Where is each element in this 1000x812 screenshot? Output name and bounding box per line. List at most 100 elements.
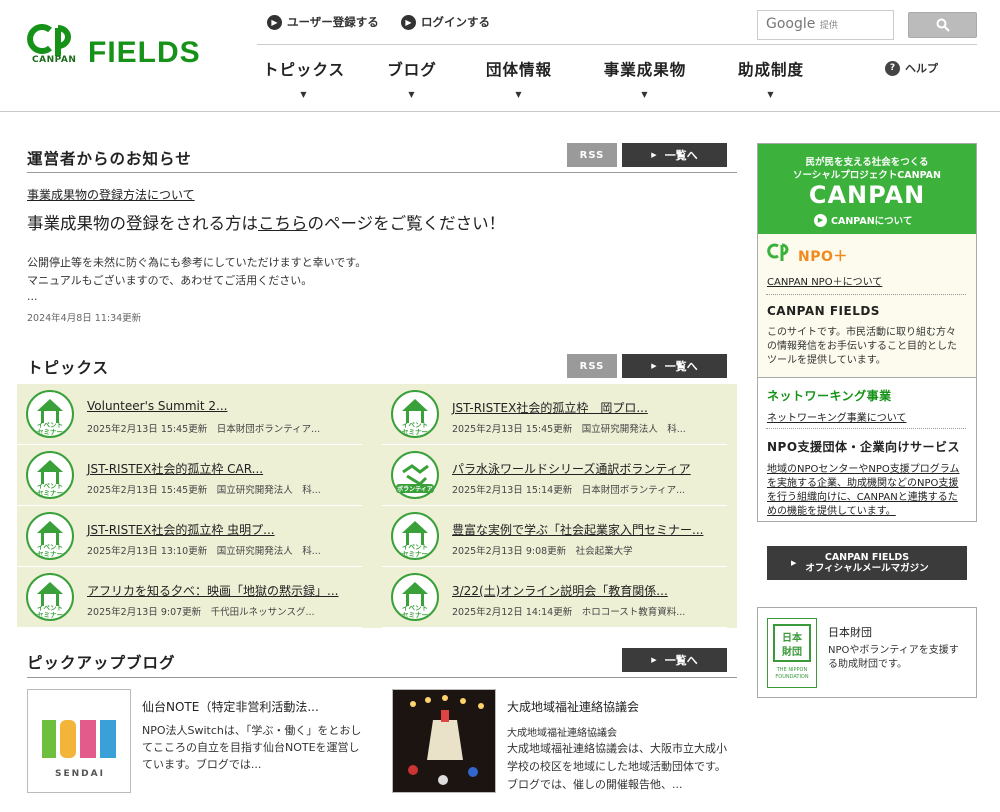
topic-item[interactable]: イベント セミナー JST-RISTEX社会的孤立枠 虫明プ... 2025年2月13… xyxy=(17,506,362,567)
headline-link[interactable]: こちら xyxy=(258,214,308,233)
notice-headline: 事業成果物の登録をされる方はこちらのページをご覧ください！ xyxy=(27,210,505,234)
canpan-banner[interactable]: 民が民を支える社会をつくる ソーシャルプロジェクトCANPAN CANPAN ▶… xyxy=(758,144,976,234)
npo-plus-link[interactable]: CANPAN NPO＋について xyxy=(767,273,882,288)
topic-item[interactable]: イベント セミナー JST-RISTEX社会的孤立枠 CAR... 2025年2月13… xyxy=(17,445,362,506)
topic-item[interactable]: イベント セミナー JST-RISTEX社会的孤立枠 岡プロ... 2025年2月13… xyxy=(382,384,727,445)
topic-meta: 2025年2月13日 15:14更新 日本財団ボランティア... xyxy=(452,485,686,496)
support-title: NPO支援団体・企業向けサービス xyxy=(767,440,961,454)
nav-label: 事業成果物 xyxy=(603,61,687,79)
chevron-down-icon: ▼ xyxy=(515,90,523,99)
topic-title[interactable]: 3/22(土)オンライン説明会「教育関係... xyxy=(452,582,668,599)
npo-plus-title: NPO＋ xyxy=(798,249,848,265)
nippon-foundation-box[interactable]: 日本 財団 THE NIPPON FOUNDATION 日本財団 NPOやボラン… xyxy=(757,607,977,698)
topic-title[interactable]: JST-RISTEX社会的孤立枠 岡プロ... xyxy=(452,399,648,416)
logo-fields-text: FIELDS xyxy=(88,36,201,69)
arrow-right-icon: ▶ xyxy=(651,151,657,159)
headline-text: のページをご覧ください！ xyxy=(307,214,506,233)
list-label: 一覧へ xyxy=(664,360,698,373)
notice-link[interactable]: 事業成果物の登録方法について xyxy=(27,186,195,203)
canpan-fields-logo[interactable]: CANPAN FIELDS xyxy=(26,22,211,74)
networking-link[interactable]: ネットワーキング事業について xyxy=(767,409,906,424)
topic-title[interactable]: 豊富な実例で学ぶ「社会起業家入門セミナー... xyxy=(452,521,703,538)
topic-meta: 2025年2月13日 9:07更新 千代田ルネッサンスグ... xyxy=(87,607,315,618)
topics-section-header: トピックス RSS ▶ 一覧へ xyxy=(27,353,737,381)
arrow-right-icon: ▶ xyxy=(651,362,657,370)
topics-list-button[interactable]: ▶ 一覧へ xyxy=(622,354,727,378)
notice-body-line: マニュアルもございますので、あわせてご活用ください。 xyxy=(27,274,313,287)
support-link[interactable]: 地域のNPOセンターやNPO支援プログラム xyxy=(767,460,959,475)
logo-canpan-text: CANPAN xyxy=(32,55,77,65)
event-seminar-icon: イベントセミナー xyxy=(26,390,74,438)
about-label: CANPANについて xyxy=(831,216,913,227)
topic-item[interactable]: イベント セミナー 3/22(土)オンライン説明会「教育関係... 2025年2月12… xyxy=(382,567,727,628)
topics-rss-button[interactable]: RSS xyxy=(567,354,617,378)
divider xyxy=(766,428,966,429)
notice-rss-button[interactable]: RSS xyxy=(567,143,617,167)
topic-meta: 2025年2月13日 15:45更新 日本財団ボランティア... xyxy=(87,424,321,435)
topics-grid: イベント セミナー Volunteer's Summit 2... 2025年2月13… xyxy=(17,384,737,628)
search-button[interactable] xyxy=(908,12,977,38)
canpan-about-link[interactable]: ▶ CANPANについて xyxy=(814,213,912,227)
topic-meta: 2025年2月13日 15:45更新 国立研究開発法人 科... xyxy=(87,485,321,496)
arrow-right-icon: ▶ xyxy=(267,14,282,30)
arrow-right-icon: ▶ xyxy=(651,656,657,664)
support-link[interactable]: めの機能を提供しています。 xyxy=(767,502,896,517)
topic-title[interactable]: JST-RISTEX社会的孤立枠 虫明プ... xyxy=(87,521,275,538)
arrow-right-icon: ▶ xyxy=(791,559,797,567)
mail-magazine-button[interactable]: ▶ CANPAN FIELDS オフィシャルメールマガジン xyxy=(767,546,967,580)
canpan-tagline: 民が民を支える社会をつくる xyxy=(805,157,929,168)
svg-text:セミナー: セミナー xyxy=(402,550,428,558)
event-seminar-icon: イベントセミナー xyxy=(26,451,74,499)
event-seminar-icon: イベントセミナー xyxy=(391,390,439,438)
topic-item[interactable]: イベント セミナー Volunteer's Summit 2... 2025年2月13… xyxy=(17,384,362,445)
blog-desc: ブログでは、催しの開催報告他、... xyxy=(507,778,683,791)
chevron-down-icon: ▼ xyxy=(408,90,416,99)
topic-title[interactable]: Volunteer's Summit 2... xyxy=(87,399,227,413)
support-link[interactable]: を実施する企業、助成機関などのNPO支援 xyxy=(767,474,958,489)
note-sendai-text: SENDAI xyxy=(55,769,105,779)
blog-title[interactable]: 仙台NOTE（特定非営利活動法... xyxy=(142,698,319,715)
topic-item[interactable]: ボランティア パラ水泳ワールドシリーズ通訳ボランティア 2025年2月13日 15:… xyxy=(382,445,727,506)
blog-list-button[interactable]: ▶ 一覧へ xyxy=(622,648,727,672)
cp-logo-icon xyxy=(27,24,71,56)
google-provided: 提供 xyxy=(819,21,838,31)
blog-desc: 大成地域福祉連絡協議会は、大阪市立大成小 xyxy=(507,742,727,755)
blog-subtitle: 大成地域福祉連絡協議会 xyxy=(507,728,617,739)
sidebar-canpan-box: 民が民を支える社会をつくる ソーシャルプロジェクトCANPAN CANPAN ▶… xyxy=(757,143,977,522)
nav-label: 団体情報 xyxy=(485,61,552,79)
register-link[interactable]: ▶ ユーザー登録する xyxy=(267,14,379,30)
topic-item[interactable]: イベント セミナー アフリカを知る夕べ：映画「地獄の黙示録」... 2025年2月13… xyxy=(17,567,362,628)
blog-title[interactable]: 大成地域福祉連絡協議会 xyxy=(507,698,639,715)
support-link[interactable]: を行う組織向けに、CANPANと連携するた xyxy=(767,488,958,503)
notice-list-button[interactable]: ▶ 一覧へ xyxy=(622,143,727,167)
nav-organizations[interactable]: 団体情報 ▼ xyxy=(481,58,557,99)
blog-desc: NPO法人Switchは、「学ぶ・働く」をとおし xyxy=(142,724,362,737)
topic-title[interactable]: JST-RISTEX社会的孤立枠 CAR... xyxy=(87,460,263,477)
topic-title[interactable]: パラ水泳ワールドシリーズ通訳ボランティア xyxy=(452,460,691,477)
fields-title: CANPAN FIELDS xyxy=(767,304,880,318)
login-label: ログインする xyxy=(421,15,490,29)
nav-blog[interactable]: ブログ ▼ xyxy=(384,58,440,99)
google-brand: Google xyxy=(766,16,816,32)
canpan-tagline: ソーシャルプロジェクトCANPAN xyxy=(793,170,941,181)
npo-plus-panel: NPO＋ CANPAN NPO＋について CANPAN FIELDS このサイト… xyxy=(758,234,976,378)
search-input[interactable]: Google 提供 xyxy=(757,10,894,40)
login-link[interactable]: ▶ ログインする xyxy=(401,14,490,30)
networking-title: ネットワーキング事業 xyxy=(767,389,892,403)
blog-thumbnail-taisei[interactable] xyxy=(392,689,496,793)
nav-topics[interactable]: トピックス ▼ xyxy=(262,58,346,99)
nav-grants[interactable]: 助成制度 ▼ xyxy=(733,58,809,99)
nav-deliverables[interactable]: 事業成果物 ▼ xyxy=(599,58,691,99)
topic-item[interactable]: イベント セミナー 豊富な実例で学ぶ「社会起業家入門セミナー... 2025年2月13… xyxy=(382,506,727,567)
note-logo-image: SENDAI xyxy=(42,720,116,779)
help-link[interactable]: ? ヘルプ xyxy=(885,60,938,76)
topic-title[interactable]: アフリカを知る夕べ：映画「地獄の黙示録」... xyxy=(87,582,338,599)
svg-text:セミナー: セミナー xyxy=(402,611,428,619)
blog-thumbnail-note[interactable]: SENDAI xyxy=(27,689,131,793)
notice-body-line: 公開停止等を未然に防ぐ為にも参考にしていただけますと幸いです。 xyxy=(27,256,367,269)
nippon-foundation-name: 日本財団 xyxy=(828,626,872,639)
nav-label: トピックス xyxy=(262,61,346,79)
desc-line: る助成財団です。 xyxy=(828,659,907,670)
mail-label: CANPAN FIELDS xyxy=(824,552,910,563)
arrow-right-icon: ▶ xyxy=(401,14,416,30)
